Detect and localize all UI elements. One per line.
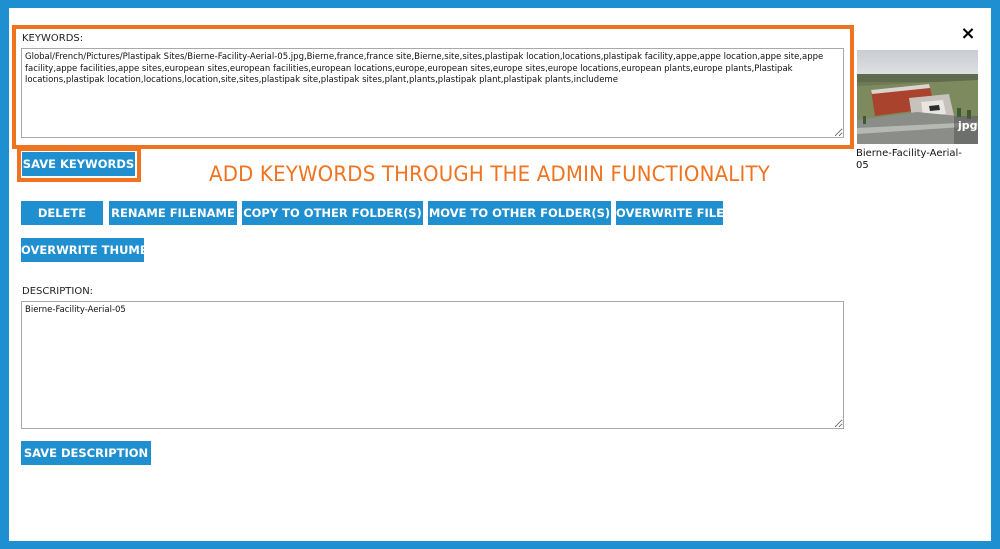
close-icon[interactable]: × xyxy=(958,24,978,44)
overwrite-thumb-button[interactable]: OVERWRITE THUMB xyxy=(21,238,149,262)
save-keywords-highlight xyxy=(17,147,141,182)
copy-to-folder-button[interactable]: COPY TO OTHER FOLDER(S) xyxy=(242,201,423,225)
overwrite-file-button[interactable]: OVERWRITE FILE xyxy=(616,201,724,225)
annotation-text: ADD KEYWORDS THROUGH THE ADMIN FUNCTIONA… xyxy=(209,162,770,186)
save-description-button[interactable]: SAVE DESCRIPTION xyxy=(21,441,151,465)
keywords-highlight xyxy=(12,25,854,149)
delete-button[interactable]: DELETE xyxy=(21,201,103,225)
aerial-photo-image: jpg xyxy=(857,50,978,144)
description-label: DESCRIPTION: xyxy=(22,286,94,297)
thumbnail-caption: Bierne-Facility-Aerial-05 xyxy=(856,148,962,171)
image-thumbnail[interactable]: jpg xyxy=(857,50,978,144)
file-type-badge: jpg xyxy=(957,119,978,132)
rename-filename-button[interactable]: RENAME FILENAME xyxy=(109,201,237,225)
description-textarea[interactable]: Bierne-Facility-Aerial-05 xyxy=(21,301,844,429)
move-to-folder-button[interactable]: MOVE TO OTHER FOLDER(S) xyxy=(428,201,611,225)
